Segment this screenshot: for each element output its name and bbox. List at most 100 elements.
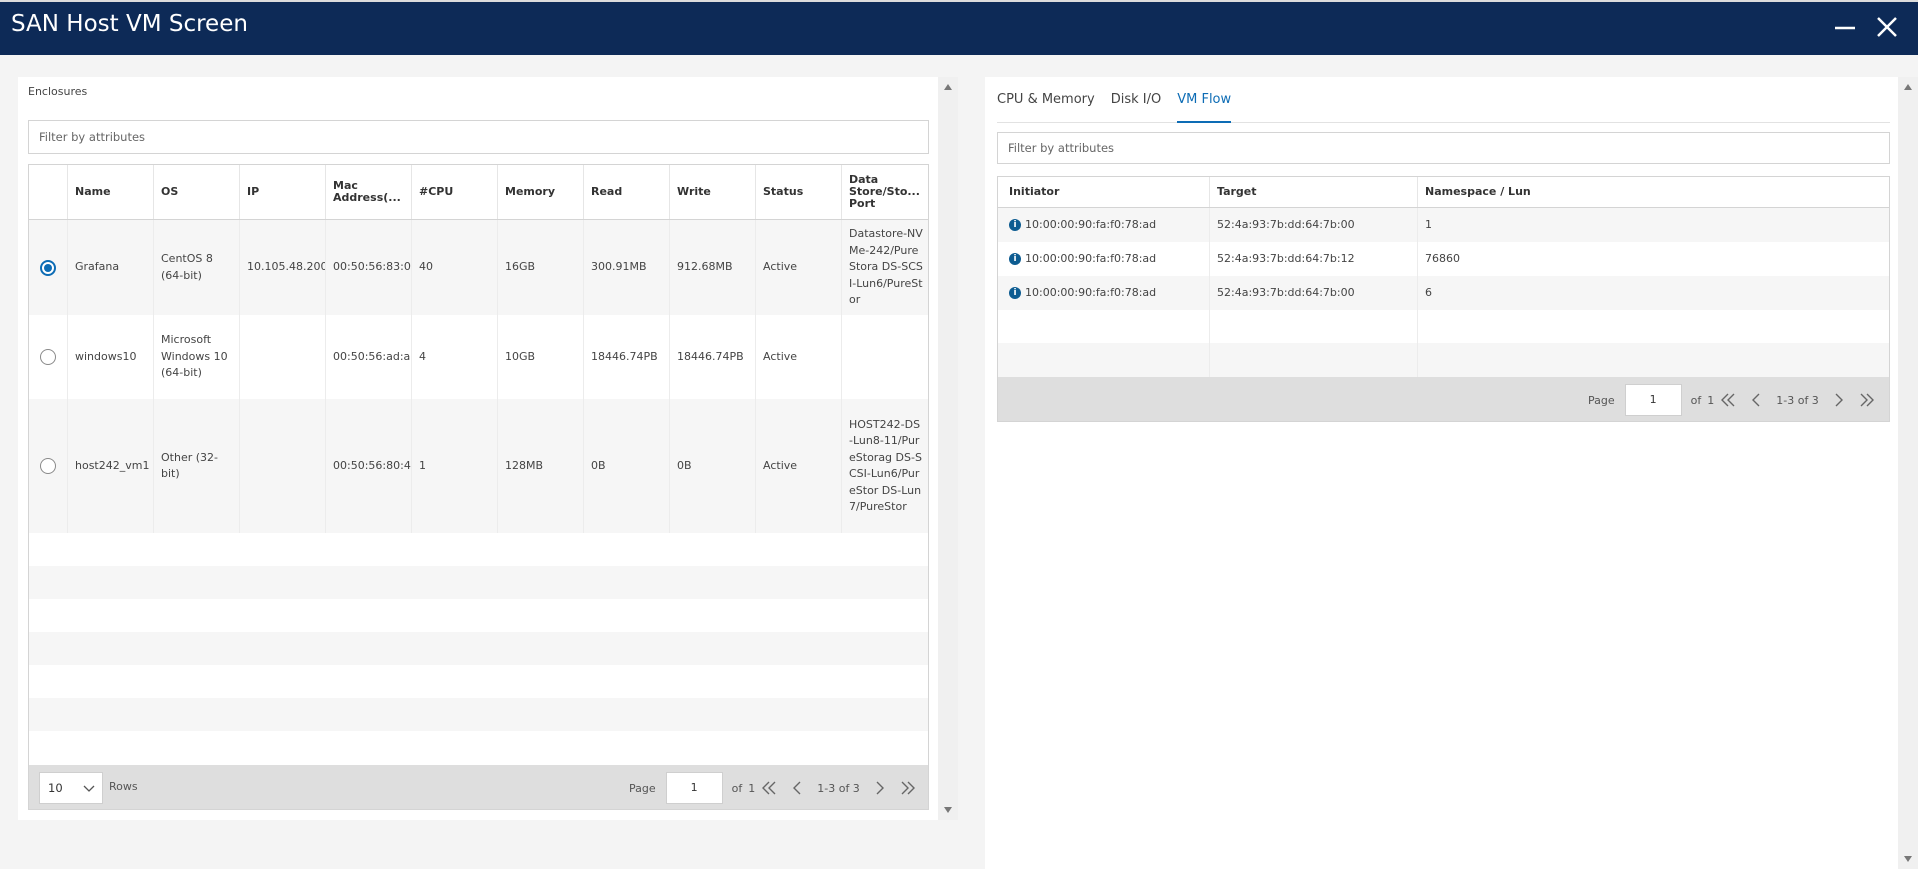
first-page-icon[interactable] [1719, 391, 1737, 409]
tab-disk-io[interactable]: Disk I/O [1111, 77, 1170, 123]
empty-row [998, 343, 1889, 377]
table-header: Initiator Target Namespace / Lun [998, 177, 1889, 208]
table-footer: 10 Rows Page 1 of 1 1-3 of 3 [29, 765, 928, 809]
cell-memory: 128MB [497, 399, 583, 533]
table-header: Name OS IP Mac Address(... #CPU Memory R… [29, 165, 928, 220]
cell-ip: 10.105.48.200 [239, 220, 325, 315]
column-header-os[interactable]: OS [153, 165, 239, 219]
row-radio[interactable] [40, 458, 56, 474]
section-label: Enclosures [28, 85, 88, 98]
column-header-target[interactable]: Target [1209, 177, 1417, 207]
tab-vm-flow[interactable]: VM Flow [1177, 77, 1232, 123]
table-footer: Page 1 of 1 1-3 of 3 [998, 377, 1889, 421]
rows-label: Rows [109, 780, 138, 793]
cell-name: windows10 [67, 315, 153, 399]
column-header-status[interactable]: Status [755, 165, 841, 219]
rows-per-page-select[interactable]: 10 [39, 772, 103, 804]
total-pages: 1 [1707, 393, 1715, 407]
empty-row [29, 533, 928, 566]
previous-page-icon[interactable] [1747, 391, 1765, 409]
cell-datastore: HOST242-DS-Lun8-11/PureStorag DS-SCSI-Lu… [841, 399, 928, 533]
column-header-datastore[interactable]: Data Store/Sto... Port [841, 165, 928, 219]
empty-row [998, 310, 1889, 343]
last-page-icon[interactable] [1858, 391, 1876, 409]
info-icon[interactable]: i [1009, 219, 1021, 231]
table-row[interactable]: Grafana CentOS 8 (64-bit) 10.105.48.200 … [29, 220, 928, 315]
table-row[interactable]: windows10 Microsoft Windows 10 (64-bit) … [29, 315, 928, 399]
cell-write: 0B [669, 399, 755, 533]
cell-cpu: 1 [411, 399, 497, 533]
cell-mac: 00:50:56:80:4 [325, 399, 411, 533]
scroll-up-icon[interactable] [1904, 84, 1912, 90]
last-page-icon[interactable] [899, 779, 917, 797]
cell-target: 52:4a:93:7b:dd:64:7b:00 [1209, 208, 1417, 242]
page-number-input[interactable]: 1 [1624, 384, 1682, 416]
of-label: of [731, 781, 743, 795]
column-header-select [29, 165, 67, 219]
column-header-memory[interactable]: Memory [497, 165, 583, 219]
cell-name: Grafana [67, 220, 153, 315]
cell-status: Active [755, 315, 841, 399]
table-row[interactable]: i 10:00:00:90:fa:f0:78:ad 52:4a:93:7b:dd:… [998, 242, 1889, 276]
left-scrollbar[interactable] [938, 77, 958, 820]
table-row[interactable]: host242_vm1 Other (32-bit) 00:50:56:80:4… [29, 399, 928, 533]
page-label: Page [629, 781, 656, 795]
page-label: Page [1588, 393, 1615, 407]
column-header-mac[interactable]: Mac Address(... [325, 165, 411, 219]
cell-write: 18446.74PB [669, 315, 755, 399]
next-page-icon[interactable] [1830, 391, 1848, 409]
table-row[interactable]: i 10:00:00:90:fa:f0:78:ad 52:4a:93:7b:dd:… [998, 208, 1889, 242]
cell-read: 18446.74PB [583, 315, 669, 399]
page-number-input[interactable]: 1 [665, 772, 723, 804]
cell-lun: 6 [1417, 276, 1889, 310]
close-icon [1877, 17, 1897, 37]
previous-page-icon[interactable] [788, 779, 806, 797]
column-header-ip[interactable]: IP [239, 165, 325, 219]
cell-read: 300.91MB [583, 220, 669, 315]
cell-datastore [841, 315, 928, 399]
column-header-cpu[interactable]: #CPU [411, 165, 497, 219]
vm-table: Name OS IP Mac Address(... #CPU Memory R… [28, 164, 929, 810]
cell-lun: 1 [1417, 208, 1889, 242]
cell-memory: 10GB [497, 315, 583, 399]
column-header-read[interactable]: Read [583, 165, 669, 219]
tab-cpu-memory[interactable]: CPU & Memory [997, 77, 1103, 123]
info-icon[interactable]: i [1009, 287, 1021, 299]
cell-os: Microsoft Windows 10 (64-bit) [153, 315, 239, 399]
column-header-write[interactable]: Write [669, 165, 755, 219]
cell-ip [239, 399, 325, 533]
cell-target: 52:4a:93:7b:dd:64:7b:12 [1209, 242, 1417, 276]
row-radio[interactable] [40, 349, 56, 365]
column-header-name[interactable]: Name [67, 165, 153, 219]
right-scrollbar[interactable] [1898, 77, 1918, 869]
range-label: 1-3 of 3 [1776, 393, 1819, 407]
minimize-button[interactable] [1832, 14, 1858, 40]
cell-target: 52:4a:93:7b:dd:64:7b:00 [1209, 276, 1417, 310]
total-pages: 1 [748, 781, 756, 795]
details-panel: CPU & Memory Disk I/O VM Flow Filter by … [985, 77, 1898, 869]
scroll-down-icon[interactable] [944, 807, 952, 813]
filter-input[interactable]: Filter by attributes [997, 132, 1890, 164]
cell-name: host242_vm1 [67, 399, 153, 533]
flow-table: Initiator Target Namespace / Lun i 10:00:… [997, 176, 1890, 422]
window-title: SAN Host VM Screen [11, 11, 248, 37]
empty-row [29, 731, 928, 765]
pager: Page 1 of 1 1-3 of 3 [629, 765, 922, 809]
column-header-initiator[interactable]: Initiator [998, 177, 1209, 207]
scroll-down-icon[interactable] [1904, 856, 1912, 862]
table-row[interactable]: i 10:00:00:90:fa:f0:78:ad 52:4a:93:7b:dd:… [998, 276, 1889, 310]
cell-initiator: 10:00:00:90:fa:f0:78:ad [1025, 251, 1157, 265]
scroll-up-icon[interactable] [944, 84, 952, 90]
first-page-icon[interactable] [760, 779, 778, 797]
empty-row [29, 632, 928, 665]
column-header-lun[interactable]: Namespace / Lun [1417, 177, 1889, 207]
info-icon[interactable]: i [1009, 253, 1021, 265]
cell-cpu: 4 [411, 315, 497, 399]
range-label: 1-3 of 3 [817, 781, 860, 795]
filter-input[interactable]: Filter by attributes [28, 120, 929, 154]
close-button[interactable] [1874, 14, 1900, 40]
of-label: of [1690, 393, 1702, 407]
row-radio[interactable] [40, 259, 56, 276]
next-page-icon[interactable] [871, 779, 889, 797]
empty-row [29, 665, 928, 698]
